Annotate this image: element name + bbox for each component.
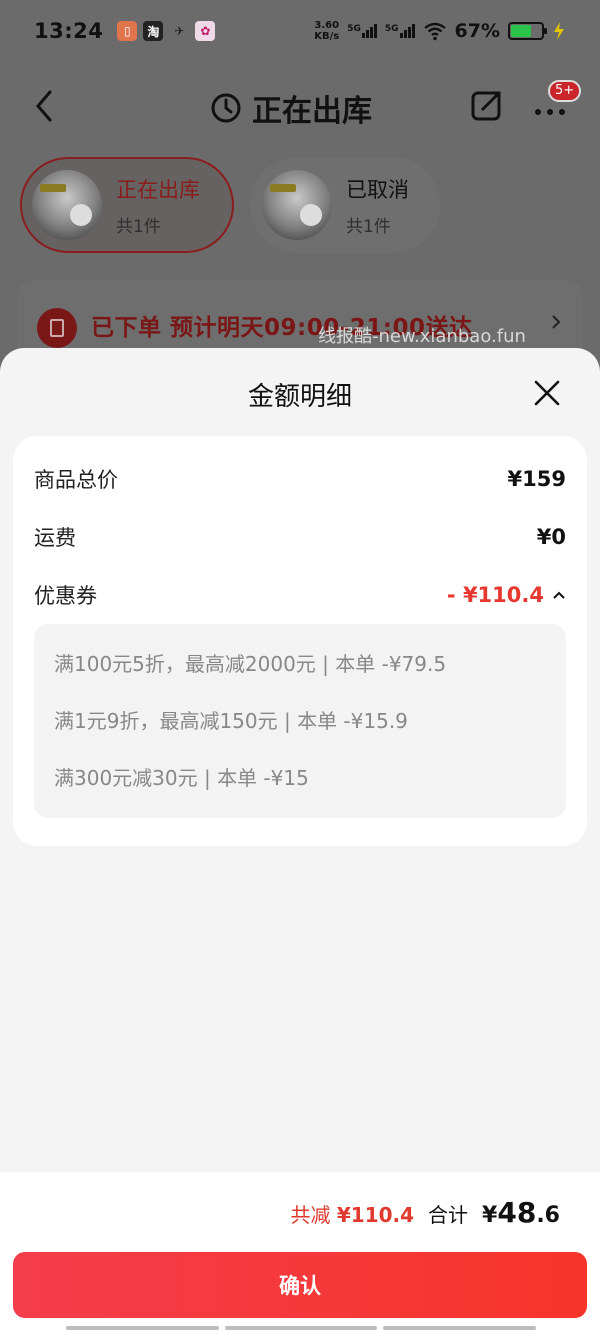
- close-icon[interactable]: [530, 376, 564, 410]
- coupon-item: 满100元5折，最高减2000元 | 本单 -¥79.5: [54, 652, 447, 676]
- message-badge: 5+: [548, 80, 582, 102]
- status-app-icons: ▯ 淘 ✈ ✿: [117, 21, 216, 41]
- total-amount: ¥48.6: [482, 1196, 560, 1229]
- notification-app-icon: ▯: [117, 21, 138, 41]
- gesture-bar[interactable]: [66, 1326, 537, 1330]
- watermark: 线报酷-new.xianbao.fun: [318, 326, 526, 347]
- share-button[interactable]: [470, 88, 504, 122]
- total-label: 合计: [428, 1203, 469, 1227]
- sheet-footer: 共减 ¥110.4 合计 ¥48.6 确认: [0, 1172, 600, 1333]
- coupon-breakdown: 满100元5折，最高减2000元 | 本单 -¥79.5 满1元9折，最高减15…: [34, 624, 566, 818]
- chevron-right-icon: [552, 315, 561, 329]
- coupon-row[interactable]: 优惠券 - ¥110.4: [34, 580, 566, 610]
- amount-detail-card: 商品总价 ¥159 运费 ¥0 优惠券 - ¥110.4 满100元5折，最高减…: [13, 436, 587, 846]
- signal-icon-sim2: 5G: [385, 24, 415, 38]
- battery-icon: [508, 22, 547, 40]
- total-saved: 共减 ¥110.4: [290, 1203, 415, 1227]
- order-page-background: 正在出库 5+ 正在出库 共1件 已取消 共1件 已下单 预计明天09:00-2…: [0, 62, 600, 370]
- flower-app-icon: ✿: [195, 21, 216, 41]
- shipping-fee-value: ¥0: [536, 525, 566, 549]
- bird-app-icon: ✈: [174, 24, 185, 38]
- goods-total-value: ¥159: [507, 467, 566, 491]
- package-status-tabs: 正在出库 共1件 已取消 共1件: [20, 157, 440, 253]
- chevron-up-icon[interactable]: [552, 590, 566, 600]
- signal-icon-sim1: 5G: [347, 24, 377, 38]
- status-time: 13:24: [34, 19, 104, 43]
- clock-icon: [211, 93, 241, 123]
- taobao-icon: 淘: [143, 21, 164, 41]
- back-button[interactable]: [32, 86, 56, 126]
- coupon-item: 满300元减30元 | 本单 -¥15: [54, 766, 309, 790]
- order-doc-icon: [37, 308, 77, 348]
- goods-total-row: 商品总价 ¥159: [34, 467, 566, 492]
- coupon-item: 满1元9折，最高减150元 | 本单 -¥15.9: [54, 709, 408, 733]
- tab-cancelled[interactable]: 已取消 共1件: [250, 157, 440, 253]
- tab-shipping-out[interactable]: 正在出库 共1件: [20, 157, 234, 253]
- network-speed: 3.60 KB/s: [314, 20, 340, 42]
- totals: 共减 ¥110.4 合计 ¥48.6: [291, 1196, 561, 1229]
- wifi-icon: [423, 22, 446, 41]
- amount-detail-sheet: 金额明细 商品总价 ¥159 运费 ¥0 优惠券 - ¥110.4 满100元5…: [0, 348, 600, 1333]
- sheet-title: 金额明细: [247, 382, 352, 412]
- charging-icon: [554, 22, 564, 40]
- top-nav: 正在出库 5+: [0, 62, 600, 148]
- product-thumbnail: [32, 170, 102, 240]
- product-thumbnail: [262, 170, 332, 240]
- battery-percent: 67%: [454, 20, 500, 42]
- status-bar: 13:24 ▯ 淘 ✈ ✿ 3.60 KB/s 5G 5G 67%: [0, 0, 600, 62]
- confirm-button[interactable]: 确认: [13, 1252, 587, 1318]
- coupon-value: - ¥110.4: [446, 583, 544, 607]
- shipping-fee-row: 运费 ¥0: [34, 525, 566, 550]
- page-title: 正在出库: [210, 86, 372, 130]
